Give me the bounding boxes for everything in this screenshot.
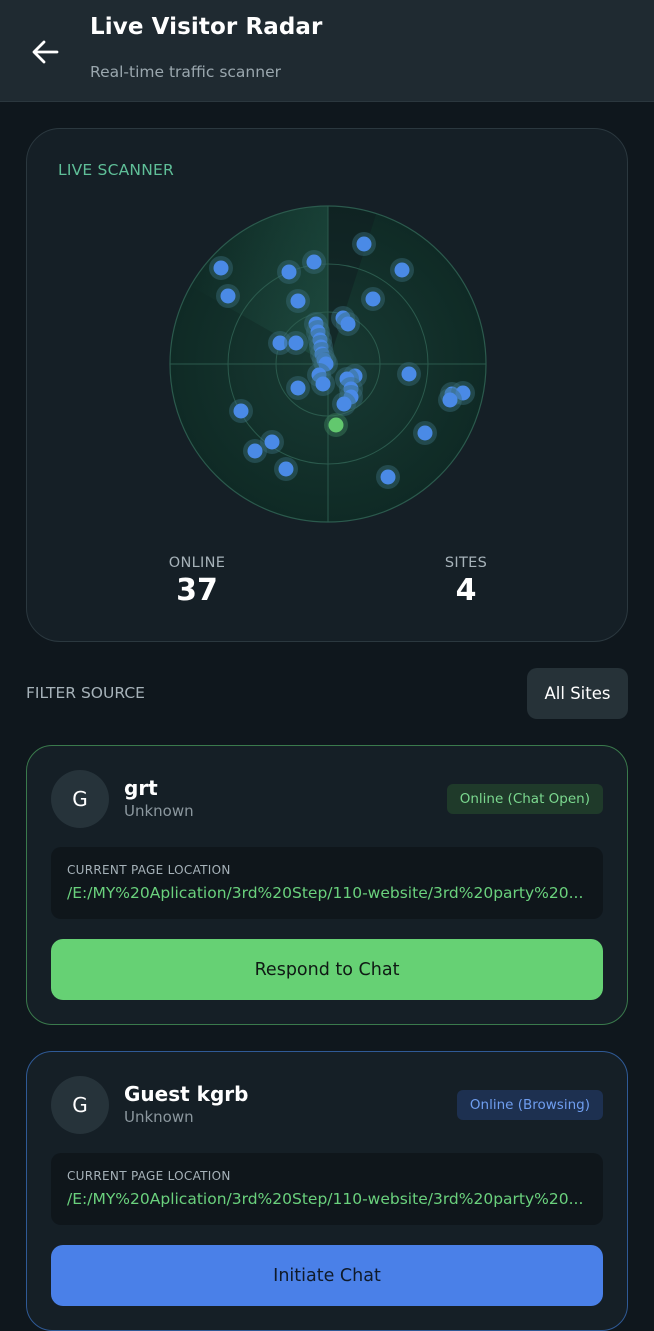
visitor-dot[interactable] — [340, 316, 356, 332]
visitor-dot[interactable] — [213, 260, 229, 276]
respond-to-chat-button[interactable]: Respond to Chat — [51, 939, 603, 1000]
app-header: Live Visitor Radar Real-time traffic sca… — [0, 0, 654, 102]
visitor-dot[interactable] — [290, 293, 306, 309]
visitor-dot[interactable] — [278, 461, 294, 477]
current-page-label: CURRENT PAGE LOCATION — [67, 863, 231, 877]
visitor-dot[interactable] — [380, 469, 396, 485]
back-button[interactable] — [22, 30, 68, 74]
online-count: 37 — [176, 573, 218, 608]
visitor-dot[interactable] — [442, 392, 458, 408]
sites-count: 4 — [455, 573, 477, 608]
visitor-card: G Guest kgrb Unknown Online (Browsing) C… — [26, 1051, 628, 1331]
visitor-dot[interactable] — [281, 264, 297, 280]
visitor-dot[interactable] — [356, 236, 372, 252]
scanner-label: LIVE SCANNER — [58, 161, 174, 179]
sites-label: SITES — [444, 555, 488, 571]
current-page-url: /E:/MY%20Aplication/3rd%20Step/110-websi… — [67, 884, 584, 902]
visitor-dot[interactable] — [315, 376, 331, 392]
page-subtitle: Real-time traffic scanner — [90, 63, 281, 81]
live-scanner-card: LIVE SCANNER ONLINE 37 SITES 4 — [26, 128, 628, 642]
status-badge: Online (Browsing) — [456, 1090, 603, 1120]
visitor-dot[interactable] — [233, 403, 249, 419]
visitor-name: grt — [124, 776, 158, 800]
status-badge: Online (Chat Open) — [446, 784, 603, 814]
active-visitor-dot[interactable] — [328, 417, 344, 433]
radar-scope — [169, 205, 487, 523]
current-page-url: /E:/MY%20Aplication/3rd%20Step/110-websi… — [67, 1190, 584, 1208]
visitor-dot[interactable] — [394, 262, 410, 278]
visitor-location: Unknown — [124, 802, 194, 820]
avatar: G — [51, 1076, 109, 1134]
visitor-dot[interactable] — [264, 434, 280, 450]
visitor-dot[interactable] — [290, 380, 306, 396]
current-page-box: CURRENT PAGE LOCATION /E:/MY%20Aplicatio… — [51, 847, 603, 919]
page-title: Live Visitor Radar — [90, 14, 323, 40]
initiate-chat-button[interactable]: Initiate Chat — [51, 1245, 603, 1306]
visitor-location: Unknown — [124, 1108, 194, 1126]
online-label: ONLINE — [168, 555, 226, 571]
sites-stat: SITES 4 — [396, 555, 536, 608]
online-stat: ONLINE 37 — [127, 555, 267, 608]
visitor-dot[interactable] — [247, 443, 263, 459]
filter-source-label: FILTER SOURCE — [26, 684, 145, 702]
avatar: G — [51, 770, 109, 828]
current-page-label: CURRENT PAGE LOCATION — [67, 1169, 231, 1183]
arrow-left-icon — [32, 40, 59, 64]
visitor-dot[interactable] — [417, 425, 433, 441]
visitor-name: Guest kgrb — [124, 1082, 249, 1106]
current-page-box: CURRENT PAGE LOCATION /E:/MY%20Aplicatio… — [51, 1153, 603, 1225]
visitor-dot[interactable] — [336, 396, 352, 412]
visitor-dot[interactable] — [401, 366, 417, 382]
visitor-card: G grt Unknown Online (Chat Open) CURRENT… — [26, 745, 628, 1025]
visitor-dot[interactable] — [306, 254, 322, 270]
site-filter-button[interactable]: All Sites — [527, 668, 628, 719]
visitor-dot[interactable] — [288, 335, 304, 351]
visitor-dot[interactable] — [220, 288, 236, 304]
visitor-dot[interactable] — [365, 291, 381, 307]
